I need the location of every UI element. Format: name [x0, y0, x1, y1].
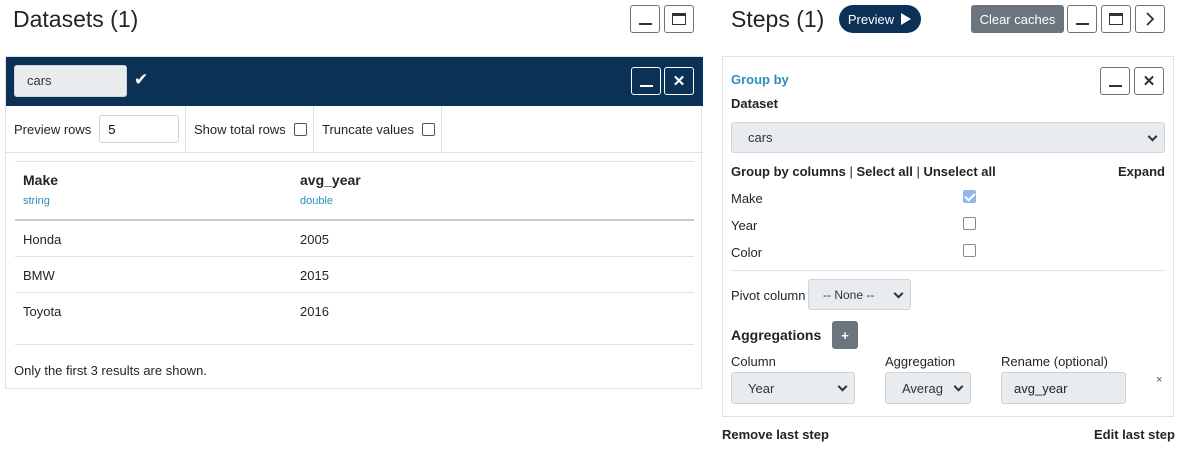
datasets-minimize-button[interactable] [630, 5, 660, 33]
dataset-options-bar: Preview rows Show total rows Truncate va… [6, 106, 703, 153]
dataset-minimize-button[interactable] [631, 67, 661, 95]
expand-link[interactable]: Expand [1118, 164, 1165, 179]
group-by-heading: Group by columns | Select all | Unselect… [731, 164, 996, 179]
column-header: Make [23, 172, 59, 188]
steps-maximize-button[interactable] [1101, 5, 1131, 33]
column-checkbox-make[interactable] [963, 190, 976, 203]
dataset-name-input[interactable]: cars [14, 65, 127, 97]
agg-column-value: Year [748, 380, 775, 396]
steps-title: Steps (1) [731, 6, 825, 32]
minimize-icon [1075, 23, 1089, 25]
maximize-icon [672, 13, 686, 25]
chevron-down-icon [837, 381, 848, 392]
minimize-icon [638, 23, 652, 25]
group-by-label: Group by columns [731, 164, 846, 179]
column-option-label: Year [731, 218, 758, 233]
column-header: avg_year [300, 172, 361, 188]
table-cell: 2016 [300, 304, 329, 319]
step-card: Group by ✕ Dataset cars Group by columns… [722, 56, 1174, 417]
column-option-label: Color [731, 245, 763, 260]
table-cell: BMW [23, 268, 55, 283]
steps-minimize-button[interactable] [1067, 5, 1097, 33]
preview-table: Make string avg_year double Honda 2005 B… [15, 161, 694, 351]
minimize-icon [639, 85, 653, 87]
step-minimize-button[interactable] [1100, 67, 1130, 95]
divider [731, 270, 1165, 271]
close-icon: ✕ [1142, 72, 1156, 90]
unselect-all-link[interactable]: Unselect all [923, 164, 995, 179]
remove-last-step-link[interactable]: Remove last step [722, 427, 829, 442]
table-cell: 2015 [300, 268, 329, 283]
table-header-divider [15, 219, 694, 221]
truncate-values-checkbox[interactable] [422, 122, 436, 136]
dataset-label: Dataset [731, 96, 778, 111]
dataset-card-header: cars ✔ ✕ [6, 57, 703, 106]
datasets-title: Datasets (1) [13, 6, 139, 32]
preview-label: Preview [847, 11, 895, 27]
table-row-divider [15, 256, 694, 257]
agg-rename-input[interactable]: avg_year [1001, 372, 1126, 404]
table-row-divider [15, 292, 694, 293]
dataset-select-value: cars [748, 130, 773, 145]
preview-rows-group: Preview rows [6, 106, 186, 152]
close-icon: ✕ [672, 72, 686, 90]
table-divider [15, 161, 694, 162]
truncate-values-label: Truncate values [322, 121, 415, 137]
pivot-column-label: Pivot column [731, 288, 806, 303]
preview-rows-input[interactable] [99, 115, 180, 143]
aggregations-label: Aggregations [731, 327, 822, 343]
preview-button[interactable]: Preview [839, 5, 921, 33]
check-icon[interactable]: ✔ [134, 70, 148, 90]
show-total-rows-group: Show total rows [186, 106, 314, 152]
agg-aggregation-header: Aggregation [885, 354, 956, 369]
results-note: Only the first 3 results are shown. [14, 363, 207, 378]
play-icon [901, 13, 912, 25]
remove-aggregation-button[interactable]: × [1156, 374, 1162, 386]
table-cell: 2005 [300, 232, 329, 247]
minimize-icon [1108, 85, 1122, 87]
agg-column-select[interactable]: Year [731, 372, 855, 404]
chevron-down-icon [893, 288, 904, 299]
agg-rename-header: Rename (optional) [1001, 354, 1108, 369]
edit-last-step-link[interactable]: Edit last step [1094, 427, 1175, 442]
table-divider [15, 344, 694, 345]
clear-caches-button[interactable]: Clear caches [971, 5, 1064, 33]
maximize-icon [1109, 13, 1123, 25]
show-total-rows-label: Show total rows [194, 121, 286, 137]
column-type: string [23, 195, 50, 207]
table-cell: Honda [23, 232, 62, 247]
agg-function-select[interactable]: Averag [885, 372, 971, 404]
column-option-label: Make [731, 191, 763, 206]
chevron-down-icon [1147, 131, 1158, 142]
agg-function-value: Averag [902, 380, 943, 396]
steps-next-button[interactable] [1135, 5, 1165, 33]
add-aggregation-button[interactable]: + [832, 321, 858, 349]
datasets-maximize-button[interactable] [664, 5, 694, 33]
column-checkbox-color[interactable] [963, 244, 976, 257]
column-checkbox-year[interactable] [963, 217, 976, 230]
chevron-right-icon [1146, 12, 1155, 26]
dataset-card: cars ✔ ✕ Preview rows Show total rows Tr… [5, 56, 703, 389]
pivot-column-select[interactable]: -- None -- [808, 279, 911, 310]
truncate-values-group: Truncate values [314, 106, 442, 152]
show-total-rows-checkbox[interactable] [293, 122, 307, 136]
dataset-close-button[interactable]: ✕ [664, 67, 694, 95]
chevron-down-icon [953, 381, 964, 392]
preview-rows-label: Preview rows [14, 121, 92, 137]
step-close-button[interactable]: ✕ [1134, 67, 1164, 95]
dataset-select[interactable]: cars [731, 122, 1165, 153]
pivot-column-value: -- None -- [823, 287, 875, 302]
table-cell: Toyota [23, 304, 62, 319]
step-title: Group by [731, 72, 789, 87]
select-all-link[interactable]: Select all [856, 164, 912, 179]
column-type: double [300, 195, 334, 207]
agg-column-header: Column [731, 354, 776, 369]
